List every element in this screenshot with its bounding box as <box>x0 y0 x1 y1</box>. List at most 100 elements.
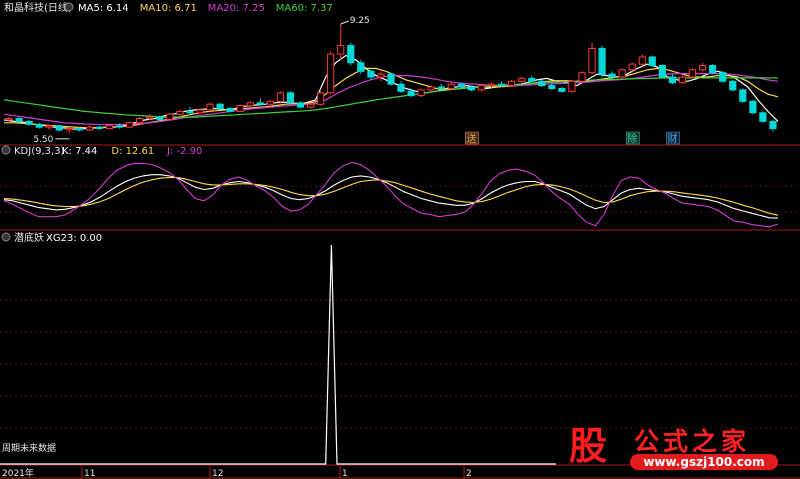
kdj-lines <box>3 161 779 228</box>
event-marker-2: 财 <box>667 132 677 145</box>
candle-body <box>548 85 556 89</box>
candle-body <box>25 120 33 125</box>
x-tick-label-4: 2 <box>466 469 472 479</box>
candle-body <box>85 126 94 131</box>
x-tick-label-3: 1 <box>342 469 348 479</box>
candle-body <box>437 86 445 89</box>
candle-body <box>407 90 415 97</box>
candle-body <box>35 123 43 128</box>
high-price-pointer <box>340 20 349 25</box>
price-title: 和晶科技(日线) <box>4 1 72 14</box>
kdj-title: KDJ(9,3,3) <box>14 146 65 157</box>
candle-body <box>126 122 134 128</box>
candle-body <box>266 100 274 105</box>
candle-body <box>678 76 687 84</box>
candle-body <box>749 100 757 114</box>
kdj-legend: K: 7.44 D: 12.61 J: -2.90 <box>62 146 202 157</box>
candle-body <box>347 45 355 64</box>
kdj-line-d <box>3 177 779 216</box>
candle-body <box>668 76 676 84</box>
candle-body <box>236 105 244 112</box>
candle-body <box>658 65 666 78</box>
candle-body <box>628 63 636 71</box>
candle-body <box>739 89 747 102</box>
candle-body <box>608 73 616 78</box>
price-legend-0: MA5: 6.14 <box>78 3 129 14</box>
candle-body <box>357 62 365 72</box>
candle-body <box>417 89 425 97</box>
candle-body <box>568 80 576 92</box>
candle-body <box>387 73 395 85</box>
kdj-legend-2: J: -2.90 <box>166 146 202 157</box>
candle-body <box>286 92 295 104</box>
candle-body <box>176 110 184 115</box>
candle-body <box>317 92 325 105</box>
price-legend-2: MA20: 7.25 <box>208 3 265 14</box>
candle-body <box>216 103 224 109</box>
high-price-label: 9.25 <box>350 16 370 26</box>
candle-body <box>45 125 53 128</box>
candle-body <box>65 128 73 131</box>
event-markers[interactable]: 送除财 <box>465 131 680 145</box>
price-legend: MA5: 6.14 MA10: 6.71 MA20: 7.25 MA60: 7.37 <box>78 3 333 14</box>
candle-body <box>166 113 174 120</box>
candle-body <box>759 112 767 122</box>
candle-body <box>578 72 586 82</box>
candle-body <box>427 86 435 91</box>
candle-body <box>397 83 405 92</box>
indicator-panel[interactable]: 潜底妖 XG23: 0.00 <box>0 231 556 465</box>
candle-body <box>508 80 516 87</box>
candle-body <box>719 72 727 82</box>
indicator-title: 潜底妖 <box>14 231 44 244</box>
candle-body <box>588 47 596 74</box>
indicator-legend-0: XG23: 0.00 <box>46 233 102 244</box>
kdj-line-j <box>3 161 779 228</box>
stock-chart: 和晶科技(日线) MA5: 6.14 MA10: 6.71 MA20: 7.25 MA… <box>0 1 800 479</box>
candle-body <box>327 53 335 94</box>
candle-body <box>196 109 204 114</box>
candle-body <box>296 102 305 108</box>
candle-body <box>487 83 496 87</box>
candle-body <box>136 118 144 124</box>
price-panel[interactable]: 和晶科技(日线) MA5: 6.14 MA10: 6.71 MA20: 7.25 MA… <box>3 1 779 145</box>
candle-body <box>729 80 737 91</box>
indicator-line-xg23 <box>0 244 556 465</box>
candle-body <box>648 56 656 67</box>
candle-body <box>538 80 546 87</box>
candle-body <box>95 126 104 129</box>
x-tick-label-1: 11 <box>84 469 95 479</box>
event-marker-0: 送 <box>466 132 476 145</box>
price-legend-1: MA10: 6.71 <box>140 3 197 14</box>
candle-body <box>146 116 154 119</box>
kdj-settings-dot-icon <box>1 145 11 155</box>
candle-body <box>638 56 646 65</box>
candle-body <box>477 85 486 91</box>
candle-body <box>518 77 526 82</box>
candle-body <box>105 125 114 130</box>
indicator-settings-dot-icon <box>1 232 11 242</box>
candle-body <box>528 77 536 82</box>
candle-body <box>206 103 214 111</box>
low-price-label: 5.50 <box>33 135 53 145</box>
no-data-note: 周期未来数据 <box>2 442 56 454</box>
candle-body <box>116 125 124 128</box>
settings-dot-icon <box>64 2 74 12</box>
candle-body <box>447 83 455 89</box>
indicator-legend: XG23: 0.00 <box>46 233 102 244</box>
candle-body <box>75 128 84 131</box>
candle-body <box>367 70 375 78</box>
candle-body <box>377 73 385 78</box>
candle-body <box>5 118 13 121</box>
x-tick-label-0: 2021年 <box>2 467 34 479</box>
candle-body <box>709 65 717 74</box>
candle-body <box>467 86 475 91</box>
candle-body <box>226 108 234 112</box>
candle-body <box>55 125 63 131</box>
candle-body <box>307 103 315 108</box>
kdj-legend-1: D: 12.61 <box>111 146 154 157</box>
x-tick-label-2: 12 <box>212 469 223 479</box>
candle-body <box>688 69 697 78</box>
indicator-lines <box>0 244 556 465</box>
candle-body <box>618 69 626 78</box>
candle-body <box>156 116 164 120</box>
